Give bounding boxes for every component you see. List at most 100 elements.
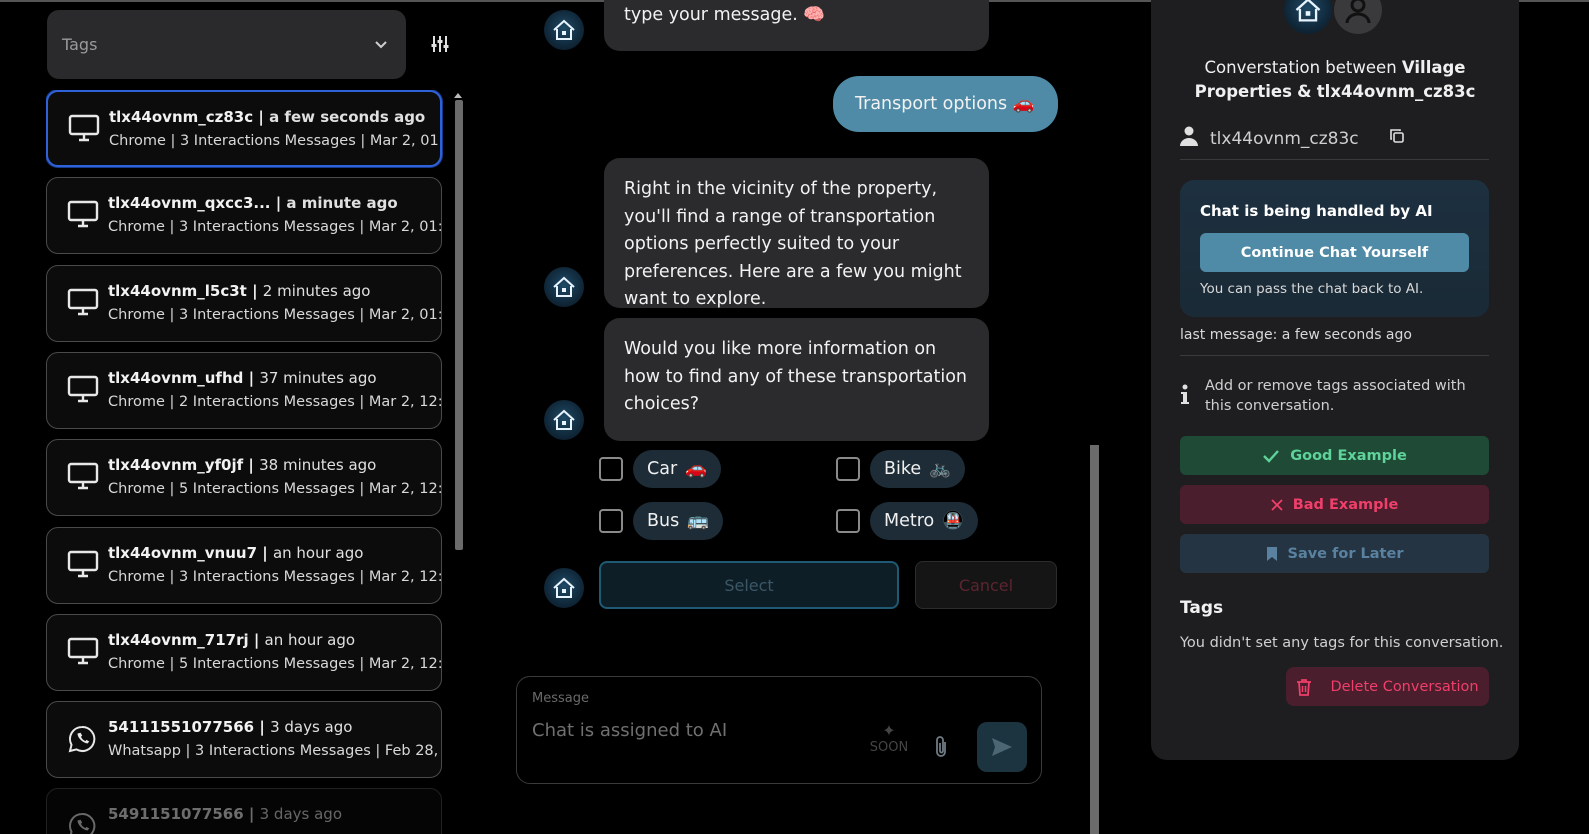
delete-conversation-label: Delete Conversation [1330,678,1479,695]
conversation-name: tlx44ovnm_cz83c [109,108,254,126]
message-text: Would you like more information on how t… [624,339,968,414]
desktop-icon [68,114,100,146]
conversation-details: Chrome | 3 Interactions Messages | Mar 2… [108,219,441,236]
conversation-name: tlx44ovnm_vnuu7 [108,543,258,562]
option-bike[interactable]: Bike 🚲 [836,450,965,488]
bad-example-button[interactable]: Bad Example [1180,485,1489,524]
chevron-down-icon [374,35,388,54]
trash-icon [1297,678,1312,696]
bot-message: Right in the vicinity of the property, y… [604,158,989,309]
chat-scrollbar[interactable] [1090,445,1099,834]
bot-avatar [544,568,584,608]
option-checkbox[interactable] [599,509,623,533]
tags-dropdown[interactable]: Tags [47,10,406,79]
option-label: Bike [884,459,922,479]
option-chip[interactable]: Metro 🚇 [870,502,979,540]
conversation-details: Chrome | 3 Interactions Messages | Mar 2… [109,133,440,149]
save-for-later-button[interactable]: Save for Later [1180,534,1489,573]
whatsapp-icon [67,811,99,834]
conversation-time-ago: 2 minutes ago [262,281,371,300]
delete-conversation-button[interactable]: Delete Conversation [1286,667,1489,706]
message-text: type your message. 🧠 [624,5,826,25]
desktop-icon [67,637,99,669]
user-icon [1180,126,1198,151]
conversation-header: tlx44ovnm_qxcc3... | a minute ago [108,194,398,213]
bot-avatar [544,400,584,440]
conversation-name: tlx44ovnm_qxcc3... [108,194,271,213]
conversation-item[interactable]: tlx44ovnm_l5c3t | 2 minutes ago Chrome | … [46,264,442,342]
option-checkbox[interactable] [836,509,860,533]
conversation-time-ago: 3 days ago [259,805,343,824]
bot-message-partial: type your message. 🧠 [604,0,989,51]
filter-sliders-icon[interactable] [428,32,452,56]
divider [1180,355,1489,356]
bus-icon: 🚌 [687,511,710,531]
conversation-item[interactable]: tlx44ovnm_yf0jf | 38 minutes ago Chrome |… [46,439,442,517]
option-label: Car [647,459,678,479]
send-button[interactable] [977,722,1027,772]
good-example-button[interactable]: Good Example [1180,436,1489,475]
conversation-time-ago: an hour ago [264,630,356,649]
conversation-name: 54111551077566 [108,718,255,737]
bot-message: Would you like more information on how t… [604,318,989,441]
last-message-time: last message: a few seconds ago [1180,327,1412,343]
option-checkbox[interactable] [836,457,860,481]
option-chip[interactable]: Bike 🚲 [870,450,965,488]
user-message: Transport options 🚗 [833,76,1058,132]
message-text: Transport options 🚗 [855,94,1035,114]
conversation-time-ago: an hour ago [272,543,364,562]
select-button[interactable]: Select [599,561,899,609]
scroll-up-arrow[interactable] [454,93,462,98]
conversation-item[interactable]: tlx44ovnm_717rj | an hour ago Chrome | 5 … [46,613,442,691]
conversation-item[interactable]: tlx44ovnm_cz83c | a few seconds ago Chrom… [46,90,442,167]
option-checkbox[interactable] [599,457,623,481]
conversation-item[interactable]: tlx44ovnm_ufhd | 37 minutes ago Chrome | … [46,351,442,429]
message-input[interactable]: Chat is assigned to AI [532,720,727,741]
conversation-header: tlx44ovnm_ufhd | 37 minutes ago [108,368,377,387]
close-icon [1271,498,1283,511]
send-icon [992,738,1012,756]
desktop-icon [67,200,99,232]
conversation-sidebar: Tags tlx44ovnm_cz83c | a few seconds ago… [0,0,470,834]
divider [1180,159,1489,160]
conversation-item[interactable]: 54111551077566 | 3 days ago Whatsapp | 3 … [46,701,442,779]
conversation-name: tlx44ovnm_l5c3t [108,281,247,300]
desktop-icon [67,462,99,494]
option-bus[interactable]: Bus 🚌 [599,502,724,540]
continue-chat-button[interactable]: Continue Chat Yourself [1200,233,1469,272]
conversation-header: tlx44ovnm_yf0jf | 38 minutes ago [108,456,377,475]
conversation-name: tlx44ovnm_yf0jf [108,456,244,475]
conversation-header: 54111551077566 | 3 days ago [108,718,353,737]
message-composer[interactable]: Message Chat is assigned to AI ✦ SOON [516,676,1042,784]
copy-icon[interactable] [1389,128,1405,149]
paperclip-icon[interactable] [933,735,949,763]
no-tags-text: You didn't set any tags for this convers… [1180,635,1504,651]
conversation-item[interactable]: tlx44ovnm_qxcc3... | a minute ago Chrome … [46,177,442,255]
conversation-time-ago: 38 minutes ago [259,456,377,475]
title-ampersand: & [1297,82,1312,101]
info-icon [1180,384,1190,410]
option-chip[interactable]: Car 🚗 [633,450,721,488]
user-avatar [1334,0,1382,34]
conversation-details: Chrome | 2 Interactions Messages | Mar 2… [108,393,441,410]
ai-handling-box: Chat is being handled by AI Continue Cha… [1180,180,1489,317]
conversation-name: tlx44ovnm_717rj [108,630,249,649]
conversation-time-ago: a minute ago [286,194,398,213]
sidebar-scrollbar[interactable] [455,100,463,550]
ai-box-subtitle: You can pass the chat back to AI. [1200,281,1424,297]
conversation-details: Chrome | 5 Interactions Messages | Mar 2… [108,481,441,498]
title-user-id: tlx44ovnm_cz83c [1316,82,1476,101]
option-metro[interactable]: Metro 🚇 [836,502,979,540]
cancel-button[interactable]: Cancel [915,561,1057,609]
option-label: Metro [884,511,935,531]
option-car[interactable]: Car 🚗 [599,450,721,488]
conversation-details: Chrome | 3 Interactions Messages | Mar 2… [108,568,441,585]
bookmark-icon [1266,546,1277,561]
car-icon: 🚗 [685,459,707,479]
conversation-time-ago: 3 days ago [270,718,353,737]
conversation-item[interactable]: 5491151077566 | 3 days ago [46,788,442,834]
conversation-item[interactable]: tlx44ovnm_vnuu7 | an hour ago Chrome | 3 … [46,526,442,604]
option-chip[interactable]: Bus 🚌 [633,502,724,540]
conversation-list: tlx44ovnm_cz83c | a few seconds ago Chrom… [46,90,444,834]
tags-dropdown-label: Tags [62,35,98,54]
